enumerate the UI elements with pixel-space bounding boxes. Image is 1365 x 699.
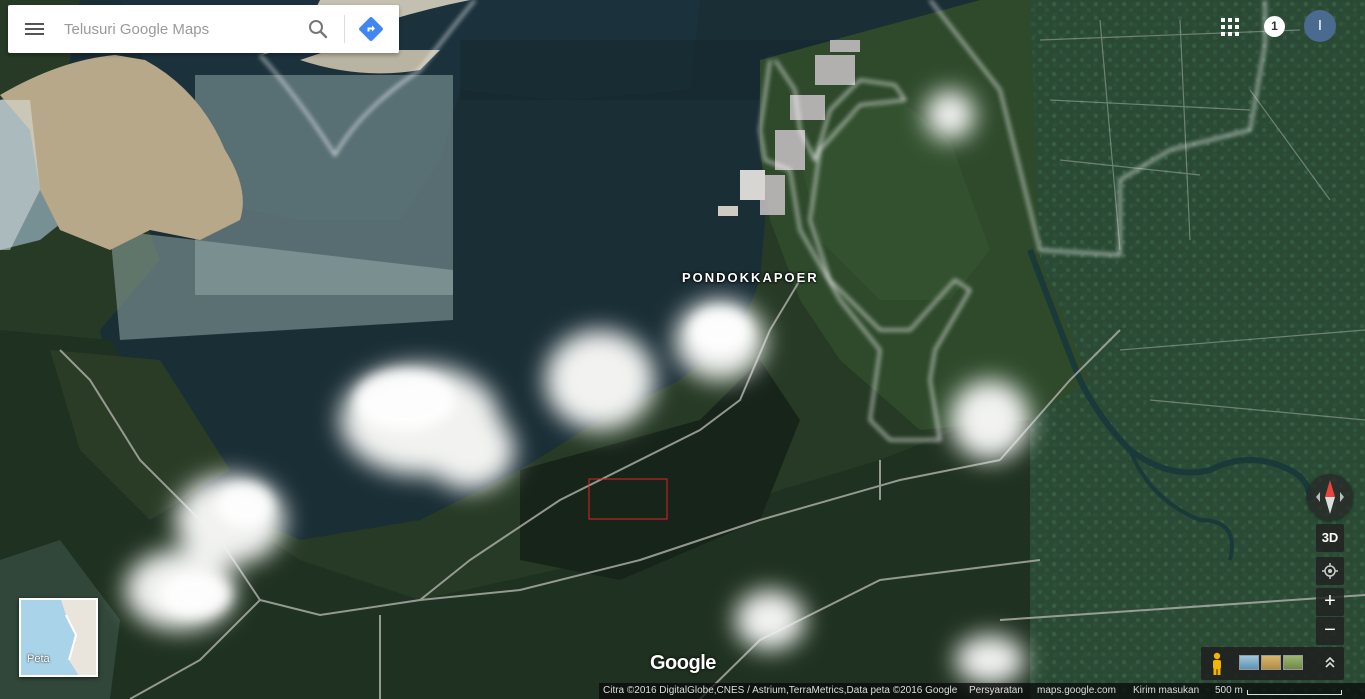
satellite-map[interactable]: PONDOKKAPOER Google <box>0 0 1365 699</box>
search-icon <box>309 20 328 39</box>
directions-button[interactable] <box>357 15 385 43</box>
menu-button[interactable] <box>18 15 50 43</box>
minimap-image <box>21 600 96 675</box>
search-button[interactable] <box>304 15 332 43</box>
search-input[interactable] <box>64 17 299 41</box>
compass-button[interactable] <box>1307 474 1353 520</box>
tilt-3d-button[interactable]: 3D <box>1316 524 1344 552</box>
minimap-label: Peta <box>27 653 50 665</box>
directions-icon <box>359 17 383 41</box>
zoom-in-button[interactable]: + <box>1316 588 1344 616</box>
scale-bar <box>1247 690 1342 695</box>
search-divider <box>344 15 345 43</box>
compass-icon <box>1316 480 1344 514</box>
pegman-button[interactable] <box>1209 652 1225 676</box>
menu-icon <box>25 23 44 25</box>
search-box <box>8 5 399 53</box>
footer-bar: Citra ©2016 DigitalGlobe,CNES / Astrium,… <box>599 683 1365 699</box>
account-avatar[interactable]: I <box>1304 10 1336 42</box>
apps-grid-icon <box>1218 15 1242 39</box>
imagery-attribution: Citra ©2016 DigitalGlobe,CNES / Astrium,… <box>603 685 958 696</box>
chevron-up-icon <box>1325 656 1335 668</box>
expand-imagery-button[interactable] <box>1323 654 1337 672</box>
my-location-button[interactable] <box>1316 557 1344 585</box>
pegman-icon <box>1213 652 1221 675</box>
apps-grid-button[interactable] <box>1218 15 1242 39</box>
feedback-link[interactable]: Kirim masukan <box>1133 683 1199 699</box>
zoom-out-button[interactable]: − <box>1316 617 1344 645</box>
google-logo: Google <box>650 652 716 674</box>
scale-label: 500 m <box>1215 685 1243 696</box>
site-link[interactable]: maps.google.com <box>1037 683 1116 699</box>
layer-thumb-terrain[interactable] <box>1261 655 1281 670</box>
map-type-thumbnail[interactable]: Peta <box>19 598 98 677</box>
my-location-icon <box>1322 563 1338 579</box>
terms-link[interactable]: Persyaratan <box>969 683 1023 699</box>
satellite-imagery <box>0 0 1365 699</box>
layer-thumb-water[interactable] <box>1239 655 1259 670</box>
notification-badge[interactable]: 1 <box>1264 16 1285 37</box>
layer-thumb-green[interactable] <box>1283 655 1303 670</box>
place-label: PONDOKKAPOER <box>682 270 819 285</box>
imagery-strip <box>1201 647 1344 680</box>
